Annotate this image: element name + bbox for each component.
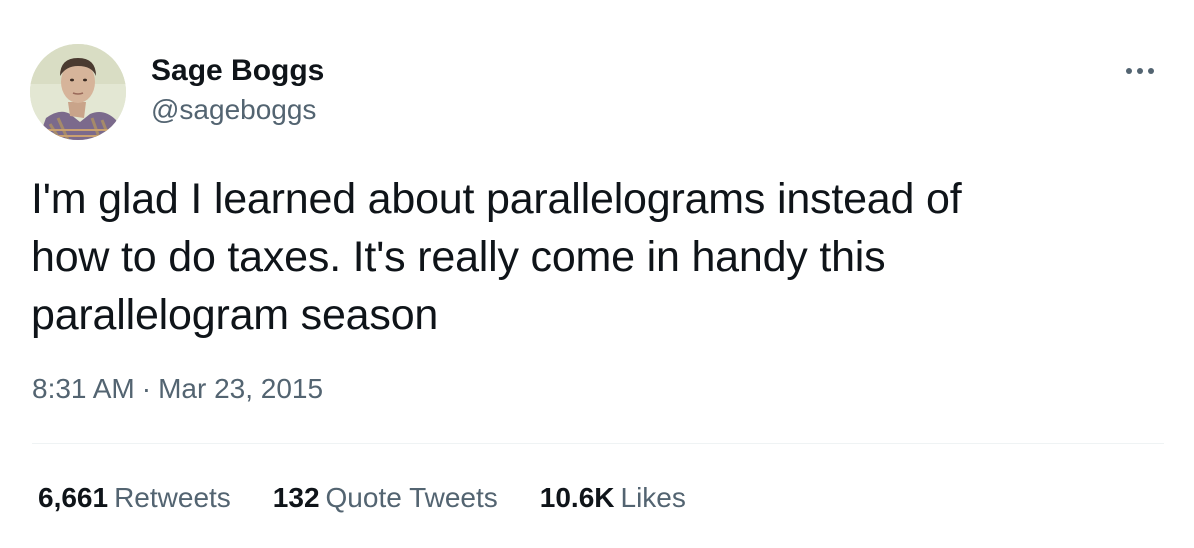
tweet-card: Sage Boggs @sageboggs I'm glad I learned… [0, 0, 1194, 548]
tweet-text-line: I'm glad I learned about parallelograms … [31, 175, 962, 223]
retweets-stat[interactable]: 6,661 Retweets [38, 480, 231, 516]
ellipsis-icon [1126, 68, 1154, 74]
quote-tweets-label: Quote Tweets [325, 482, 498, 513]
tweet-text: I'm glad I learned about parallelograms … [31, 170, 1151, 344]
tweet-text-line: parallelogram season [31, 291, 439, 339]
tweet-time[interactable]: 8:31 AM [32, 373, 135, 404]
author-handle[interactable]: @sageboggs [151, 93, 316, 127]
retweets-label: Retweets [114, 482, 231, 513]
divider [32, 443, 1164, 444]
profile-photo-icon [30, 44, 126, 140]
author-name[interactable]: Sage Boggs [151, 53, 324, 89]
retweets-count: 6,661 [38, 482, 109, 513]
likes-stat[interactable]: 10.6K Likes [540, 480, 686, 516]
tweet-text-line: how to do taxes. It's really come in han… [31, 233, 886, 281]
meta-separator: · [141, 373, 152, 404]
quote-tweets-stat[interactable]: 132 Quote Tweets [273, 480, 498, 516]
more-options-button[interactable] [1118, 56, 1162, 86]
engagement-stats: 6,661 Retweets 132 Quote Tweets 10.6K Likes [38, 480, 728, 516]
likes-label: Likes [620, 482, 686, 513]
likes-count: 10.6K [539, 482, 615, 513]
tweet-date[interactable]: Mar 23, 2015 [158, 373, 323, 404]
quote-tweets-count: 132 [272, 482, 320, 513]
avatar[interactable] [30, 44, 126, 140]
tweet-timestamp: 8:31 AM · Mar 23, 2015 [32, 371, 323, 407]
